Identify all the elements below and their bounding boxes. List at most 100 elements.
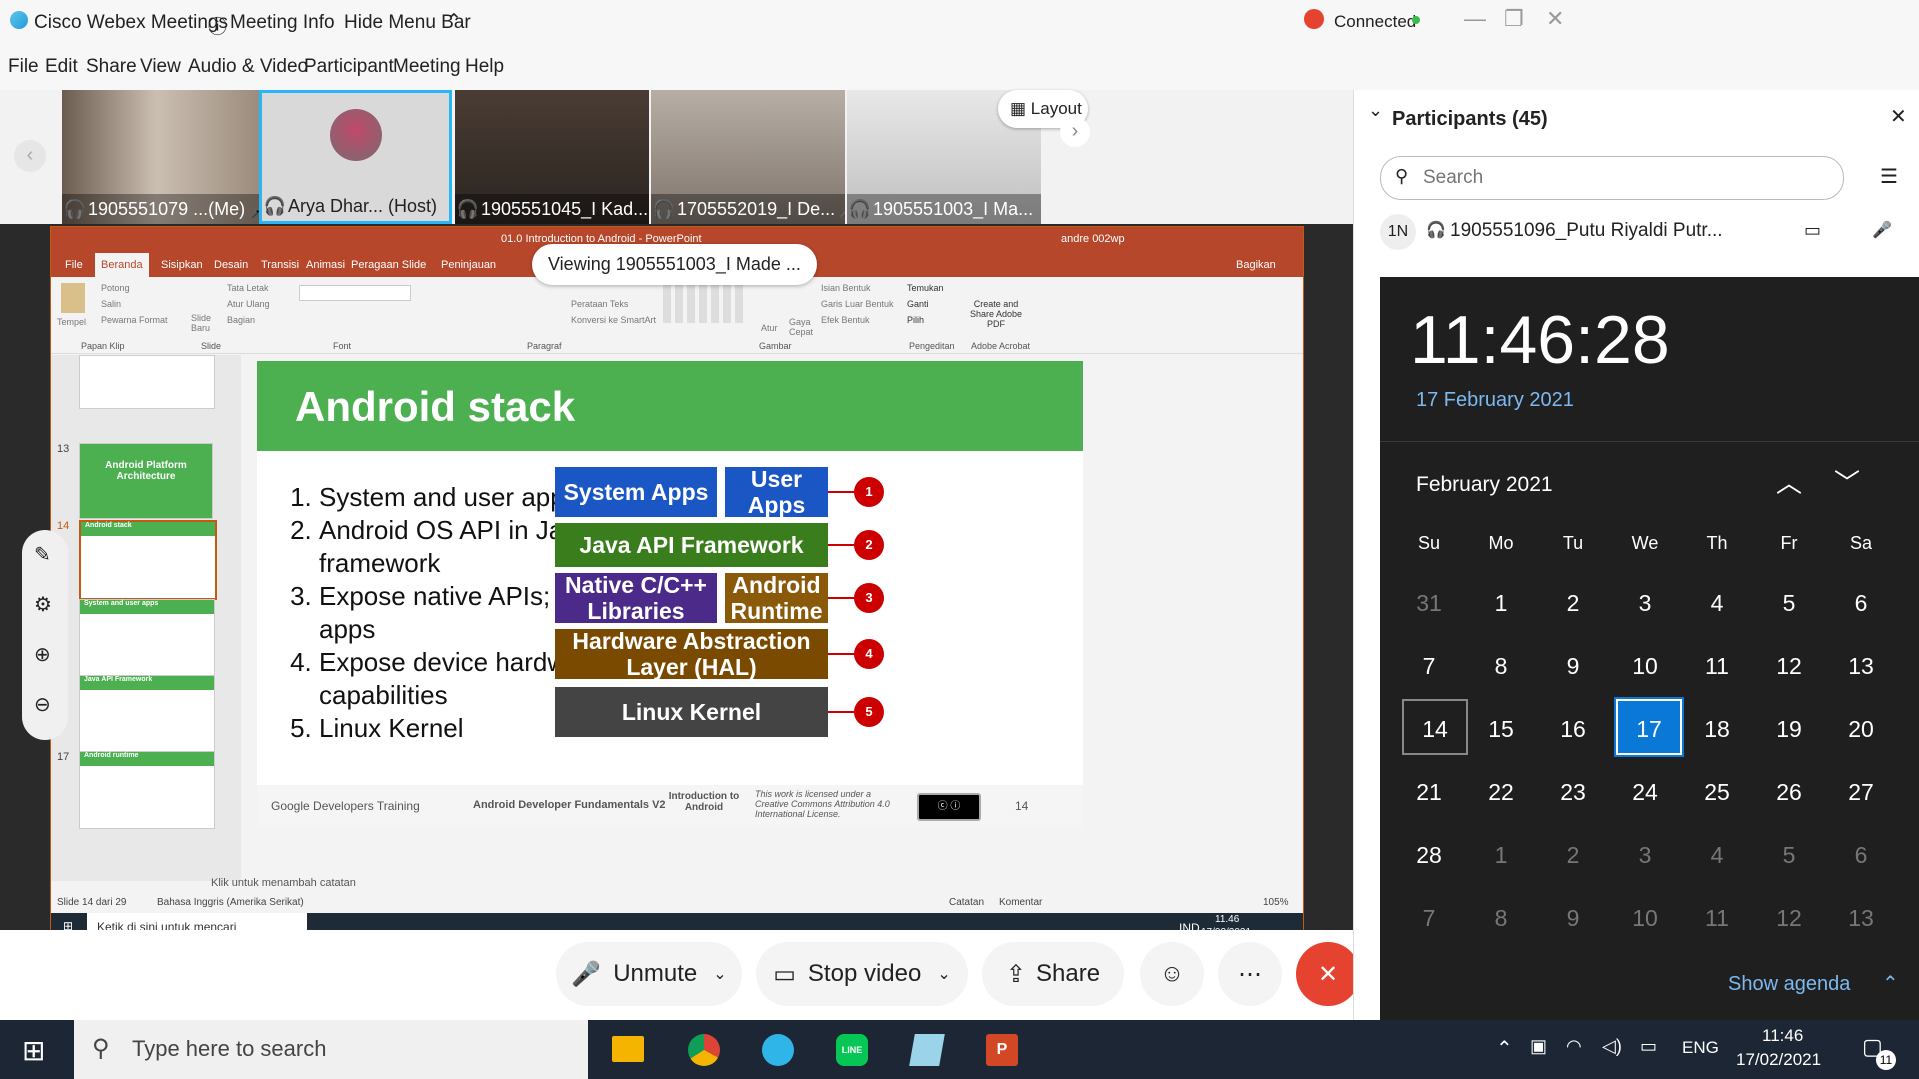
ppt-tab[interactable]: Peragaan Slide [351,259,426,271]
ppt-tab[interactable]: File [65,259,83,271]
calendar-day[interactable]: 27 [1826,779,1896,806]
calendar-day[interactable]: 13 [1826,653,1896,680]
ribbon-create-pdf[interactable]: Create and Share Adobe PDF [963,299,1029,329]
calendar-day[interactable]: 23 [1538,779,1608,806]
wifi-icon[interactable]: ◠ [1566,1036,1582,1057]
sort-icon[interactable]: ☰ [1880,164,1898,189]
meeting-info-button[interactable]: Meeting Info [230,12,335,34]
scroll-left-icon[interactable]: ‹ [14,140,46,172]
zoom-in-icon[interactable]: ⊕ [34,642,51,667]
font-name-input[interactable] [299,285,411,301]
slide-thumbnail[interactable]: Java API Framework [79,675,215,753]
calendar-day[interactable]: 26 [1754,779,1824,806]
language-indicator[interactable]: Bahasa Inggris (Amerika Serikat) [157,897,304,908]
ppt-tab[interactable]: Animasi [306,259,345,271]
calendar-day[interactable]: 20 [1826,716,1896,743]
ribbon-temukan[interactable]: Temukan [907,283,944,293]
more-options-button[interactable]: ⋯ [1218,942,1282,1006]
powerpoint-icon[interactable]: P [986,1034,1018,1066]
clock-date[interactable]: 17 February 2021 [1416,389,1574,412]
menu-file[interactable]: File [8,56,39,78]
calendar-day[interactable]: 13 [1826,905,1896,932]
calendar-day[interactable]: 22 [1466,779,1536,806]
menu-view[interactable]: View [140,56,181,78]
ribbon-garis-luar[interactable]: Garis Luar Bentuk [821,299,894,309]
chevron-up-icon[interactable]: ⌃ [1882,971,1899,996]
maximize-icon[interactable]: ❐ [1504,6,1524,32]
slide-thumbnail[interactable]: Android runtime [79,751,215,829]
video-tile-host[interactable]: 🎧Arya Dhar... (Host) [259,90,452,224]
ribbon-salin[interactable]: Salin [101,299,121,309]
video-tile[interactable]: 🎧1905551045_I Kad...🎤 [455,90,649,224]
ribbon-atur[interactable]: Atur [761,323,778,333]
windows-start-icon[interactable]: ⊞ [22,1034,45,1067]
chevron-down-icon[interactable]: ⌄ [937,964,950,984]
ribbon-tempel[interactable]: Tempel [57,317,86,327]
chevron-up-icon[interactable]: ⌃ [446,10,462,33]
ribbon-atur-ulang[interactable]: Atur Ulang [227,299,270,309]
participant-name[interactable]: 1905551096_Putu Riyaldi Putr... [1450,220,1723,242]
menu-share[interactable]: Share [86,56,137,78]
calendar-day[interactable]: 25 [1682,779,1752,806]
ppt-tab-active[interactable]: Beranda [95,253,149,277]
ribbon-efek-bentuk[interactable]: Efek Bentuk [821,315,870,325]
menu-audio-video[interactable]: Audio & Video [188,56,308,78]
shapes-gallery[interactable] [663,283,743,323]
slide-thumbnail[interactable]: System and user apps [79,599,215,677]
meet-now-icon[interactable]: ▣ [1530,1036,1547,1057]
ribbon-potong[interactable]: Potong [101,283,130,293]
scroll-right-icon[interactable]: › [1060,117,1090,147]
chevron-down-icon[interactable]: ⌄ [713,964,726,984]
stop-video-button[interactable]: ▭ Stop video ⌄ [756,942,968,1006]
remote-control-icon[interactable]: ⚙ [34,592,52,617]
calendar-day[interactable]: 2 [1538,590,1608,617]
webex-icon[interactable] [762,1034,794,1066]
leave-meeting-button[interactable]: ✕ [1296,942,1360,1006]
calendar-day[interactable]: 3 [1610,842,1680,869]
ribbon-gaya-cepat[interactable]: Gaya Cepat [789,317,819,337]
ppt-tab[interactable]: Desain [214,259,248,271]
notepad-icon[interactable] [909,1034,945,1066]
close-window-icon[interactable]: ✕ [1546,6,1564,32]
battery-icon[interactable]: ▭ [1640,1036,1657,1057]
show-agenda-button[interactable]: Show agenda [1728,973,1850,996]
ribbon-pewarna[interactable]: Pewarna Format [101,315,168,325]
calendar-day[interactable]: 18 [1682,716,1752,743]
slide-thumbnail[interactable]: Android Platform Architecture [79,443,213,519]
calendar-day[interactable]: 4 [1682,590,1752,617]
calendar-day[interactable]: 28 [1394,842,1464,869]
calendar-day[interactable]: 6 [1826,842,1896,869]
notes-placeholder[interactable]: Klik untuk menambah catatan [211,877,356,889]
taskbar-search[interactable]: ⚲ Type here to search [74,1020,588,1079]
calendar-day[interactable]: 7 [1394,905,1464,932]
ribbon-pilih[interactable]: Pilih [907,315,924,325]
ribbon-perataan-teks[interactable]: Perataan Teks [571,299,628,309]
slide-canvas[interactable]: Android stack System and user apps Andro… [257,361,1083,827]
calendar-day[interactable]: 11 [1682,653,1752,680]
ribbon-konversi[interactable]: Konversi ke SmartArt [571,315,656,325]
reactions-button[interactable]: ☺ [1140,942,1204,1006]
zoom-level[interactable]: 105% [1263,897,1289,908]
taskbar-date[interactable]: 17/02/2021 [1736,1050,1821,1070]
calendar-day[interactable]: 9 [1538,653,1608,680]
ribbon-isian-bentuk[interactable]: Isian Bentuk [821,283,871,293]
calendar-day[interactable]: 3 [1610,590,1680,617]
ribbon-bagian[interactable]: Bagian [227,315,255,325]
ppt-tab[interactable]: Transisi [261,259,299,271]
search-box[interactable]: ⚲ [1380,156,1844,200]
menu-participant[interactable]: Participant [304,56,394,78]
recording-icon[interactable] [1304,9,1324,29]
taskbar-time[interactable]: 11:46 [1762,1026,1803,1046]
video-tile[interactable]: 🎧1705552019_I De...🎤 [651,90,845,224]
calendar-month[interactable]: February 2021 [1416,473,1553,497]
calendar-day[interactable]: 19 [1754,716,1824,743]
menu-help[interactable]: Help [465,56,504,78]
ppt-tab[interactable]: Peninjauan [441,259,496,271]
slide-thumbnail[interactable] [79,355,215,409]
calendar-day[interactable]: 10 [1610,653,1680,680]
ppt-share-button[interactable]: Bagikan [1236,259,1276,271]
menu-meeting[interactable]: Meeting [393,56,461,78]
taskbar-lang[interactable]: ENG [1682,1038,1719,1058]
calendar-day[interactable]: 8 [1466,905,1536,932]
chrome-icon[interactable] [688,1034,720,1066]
